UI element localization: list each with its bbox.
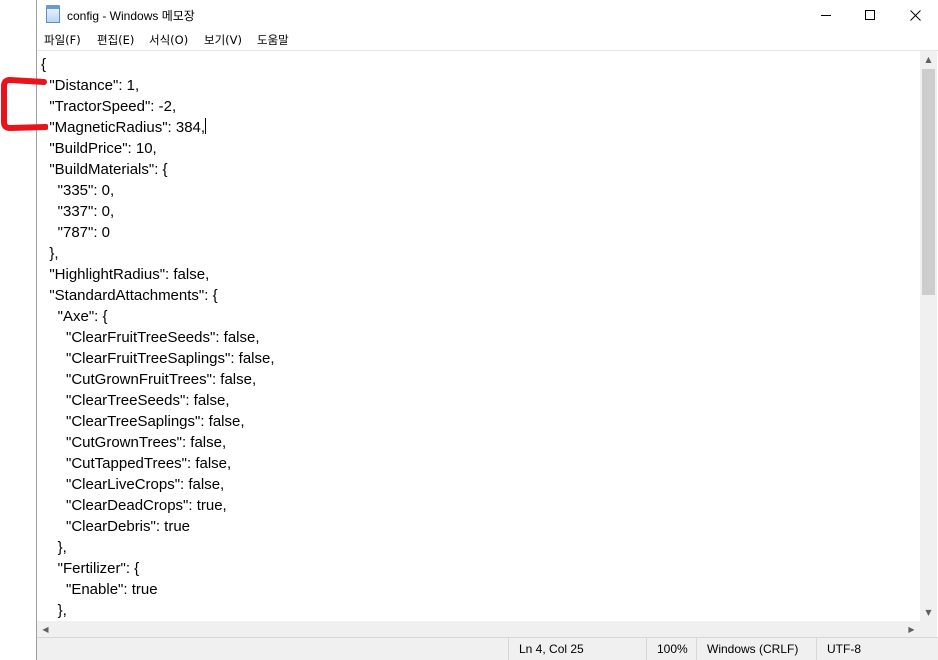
editor: { "Distance": 1, "TractorSpeed": -2, "Ma… (37, 50, 938, 638)
vertical-scroll-thumb[interactable] (922, 69, 935, 295)
close-icon (909, 9, 921, 21)
scroll-left-arrow-icon[interactable]: ◀ (37, 621, 54, 638)
text-line: "StandardAttachments": { (41, 287, 218, 304)
text-line: "CutTappedTrees": false, (41, 455, 232, 472)
scroll-down-arrow-icon[interactable]: ▼ (920, 604, 937, 621)
text-line: "Distance": 1, (41, 77, 140, 94)
text-line: "CutGrownFruitTrees": false, (41, 371, 257, 388)
scrollbar-corner (920, 621, 937, 638)
scroll-right-arrow-icon[interactable]: ▶ (903, 621, 920, 638)
menu-format[interactable]: 서식(O) (149, 32, 188, 48)
window-title: config - Windows 메모장 (67, 9, 195, 23)
text-line: "BuildMaterials": { (41, 161, 168, 178)
scroll-up-arrow-icon[interactable]: ▲ (920, 51, 937, 68)
title-bar[interactable]: config - Windows 메모장 (37, 0, 938, 30)
maximize-icon (865, 10, 875, 20)
menu-bar: 파일(F) 편집(E) 서식(O) 보기(V) 도움말 (37, 30, 938, 50)
text-line: "BuildPrice": 10, (41, 140, 157, 157)
text-line: { (41, 56, 47, 73)
text-line: "ClearTreeSaplings": false, (41, 413, 245, 430)
text-line: "ClearTreeSeeds": false, (41, 392, 230, 409)
text-line: "CutGrownTrees": false, (41, 434, 227, 451)
menu-file[interactable]: 파일(F) (44, 32, 81, 48)
status-encoding: UTF-8 (816, 638, 938, 660)
menu-view[interactable]: 보기(V) (204, 32, 242, 48)
text-line: "335": 0, (41, 182, 115, 199)
maximize-button[interactable] (847, 0, 893, 30)
notepad-icon (46, 5, 60, 23)
text-line: "Axe": { (41, 308, 108, 325)
close-button[interactable] (892, 0, 938, 30)
text-line: "TractorSpeed": -2, (41, 98, 177, 115)
minimize-button[interactable] (803, 0, 849, 30)
horizontal-scrollbar[interactable]: ◀ ▶ (37, 621, 920, 638)
text-line: "ClearLiveCrops": false, (41, 476, 225, 493)
text-line: "ClearFruitTreeSaplings": false, (41, 350, 275, 367)
menu-edit[interactable]: 편집(E) (97, 32, 134, 48)
text-line: "MagneticRadius": 384, (41, 118, 207, 136)
text-line: }, (41, 602, 67, 619)
menu-help[interactable]: 도움말 (257, 32, 289, 48)
vertical-scrollbar[interactable]: ▲ ▼ (920, 51, 937, 621)
status-line-ending: Windows (CRLF) (696, 638, 816, 660)
minimize-icon (821, 14, 831, 16)
text-line: "Fertilizer": { (41, 560, 140, 577)
status-bar: Ln 4, Col 25 100% Windows (CRLF) UTF-8 (37, 637, 938, 660)
text-line: "337": 0, (41, 203, 115, 220)
status-position: Ln 4, Col 25 (508, 638, 600, 660)
text-line: "ClearDeadCrops": true, (41, 497, 227, 514)
text-line: }, (41, 539, 67, 556)
text-caret (205, 118, 207, 134)
text-line: "HighlightRadius": false, (41, 266, 210, 283)
text-line: "ClearFruitTreeSeeds": false, (41, 329, 260, 346)
text-line: "Enable": true (41, 581, 158, 598)
text-line: "787": 0 (41, 224, 111, 241)
notepad-window: config - Windows 메모장 파일(F) 편집(E) 서식(O) 보… (36, 0, 938, 660)
text-line: }, (41, 245, 59, 262)
red-bracket-annotation (1, 77, 48, 131)
text-line: "ClearDebris": true (41, 518, 191, 535)
status-zoom: 100% (646, 638, 696, 660)
text-area[interactable]: { "Distance": 1, "TractorSpeed": -2, "Ma… (41, 54, 917, 624)
